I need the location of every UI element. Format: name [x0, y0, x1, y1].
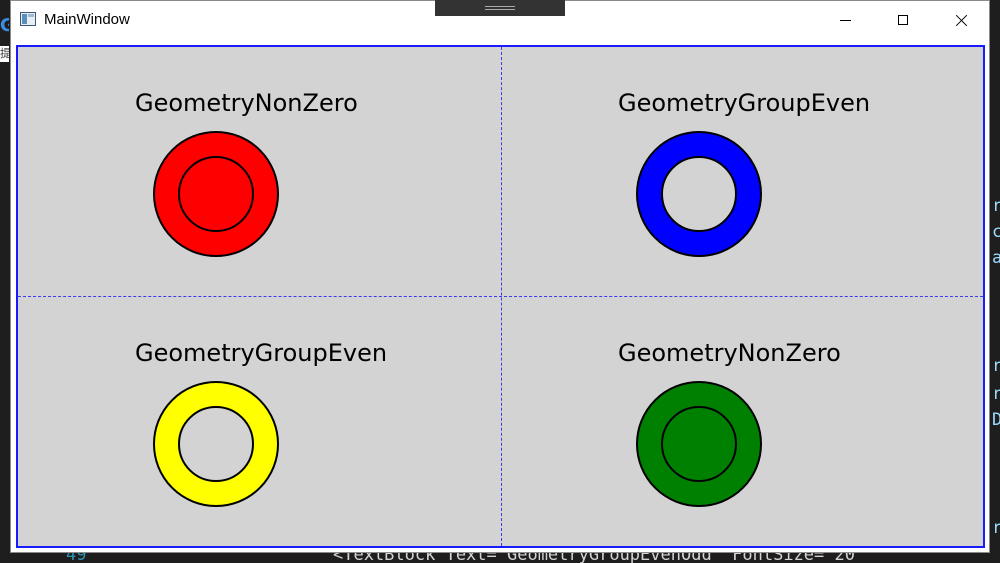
inner-circle [178, 406, 254, 482]
grid-cell: GeometryGroupEven [501, 47, 983, 296]
cell-label: GeometryNonZero [135, 89, 358, 117]
maximize-button[interactable] [880, 1, 926, 39]
geometry-ring [636, 381, 762, 507]
window-title: MainWindow [44, 11, 130, 28]
cell-label: GeometryGroupEven [618, 89, 871, 117]
cell-label: GeometryNonZero [618, 339, 841, 367]
maximize-icon [898, 15, 908, 25]
app-window-icon [20, 12, 36, 26]
inner-circle [661, 156, 737, 232]
cell-label: GeometryGroupEven [135, 339, 388, 367]
background-ide-fragment: G [0, 15, 9, 36]
background-code-line: 49 <TextBlock Text="GeometryGroupEvenOdd… [0, 553, 1000, 563]
background-ide-fragment: 提 [0, 46, 9, 62]
grid-cell: GeometryNonZero [18, 47, 500, 296]
geometry-ring [153, 381, 279, 507]
client-grid: GeometryNonZero GeometryGroupEven Geomet… [16, 45, 985, 548]
grid-cell: GeometryNonZero [501, 297, 983, 546]
snap-layout-handle[interactable] [435, 0, 565, 16]
geometry-ring [636, 131, 762, 257]
close-button[interactable] [938, 1, 984, 39]
main-window: MainWindow GeometryNonZero GeometryGroup… [10, 0, 990, 553]
inner-circle [178, 156, 254, 232]
line-number: 49 [66, 553, 87, 563]
inner-circle [661, 406, 737, 482]
background-code-edge: r c a r r D r [990, 0, 1000, 563]
minimize-icon [839, 19, 851, 21]
minimize-button[interactable] [822, 1, 868, 39]
close-icon [955, 14, 968, 27]
grid-cell: GeometryGroupEven [18, 297, 500, 546]
geometry-ring [153, 131, 279, 257]
code-fragment: <TextBlock Text="GeometryGroupEvenOdd" F… [333, 553, 866, 563]
